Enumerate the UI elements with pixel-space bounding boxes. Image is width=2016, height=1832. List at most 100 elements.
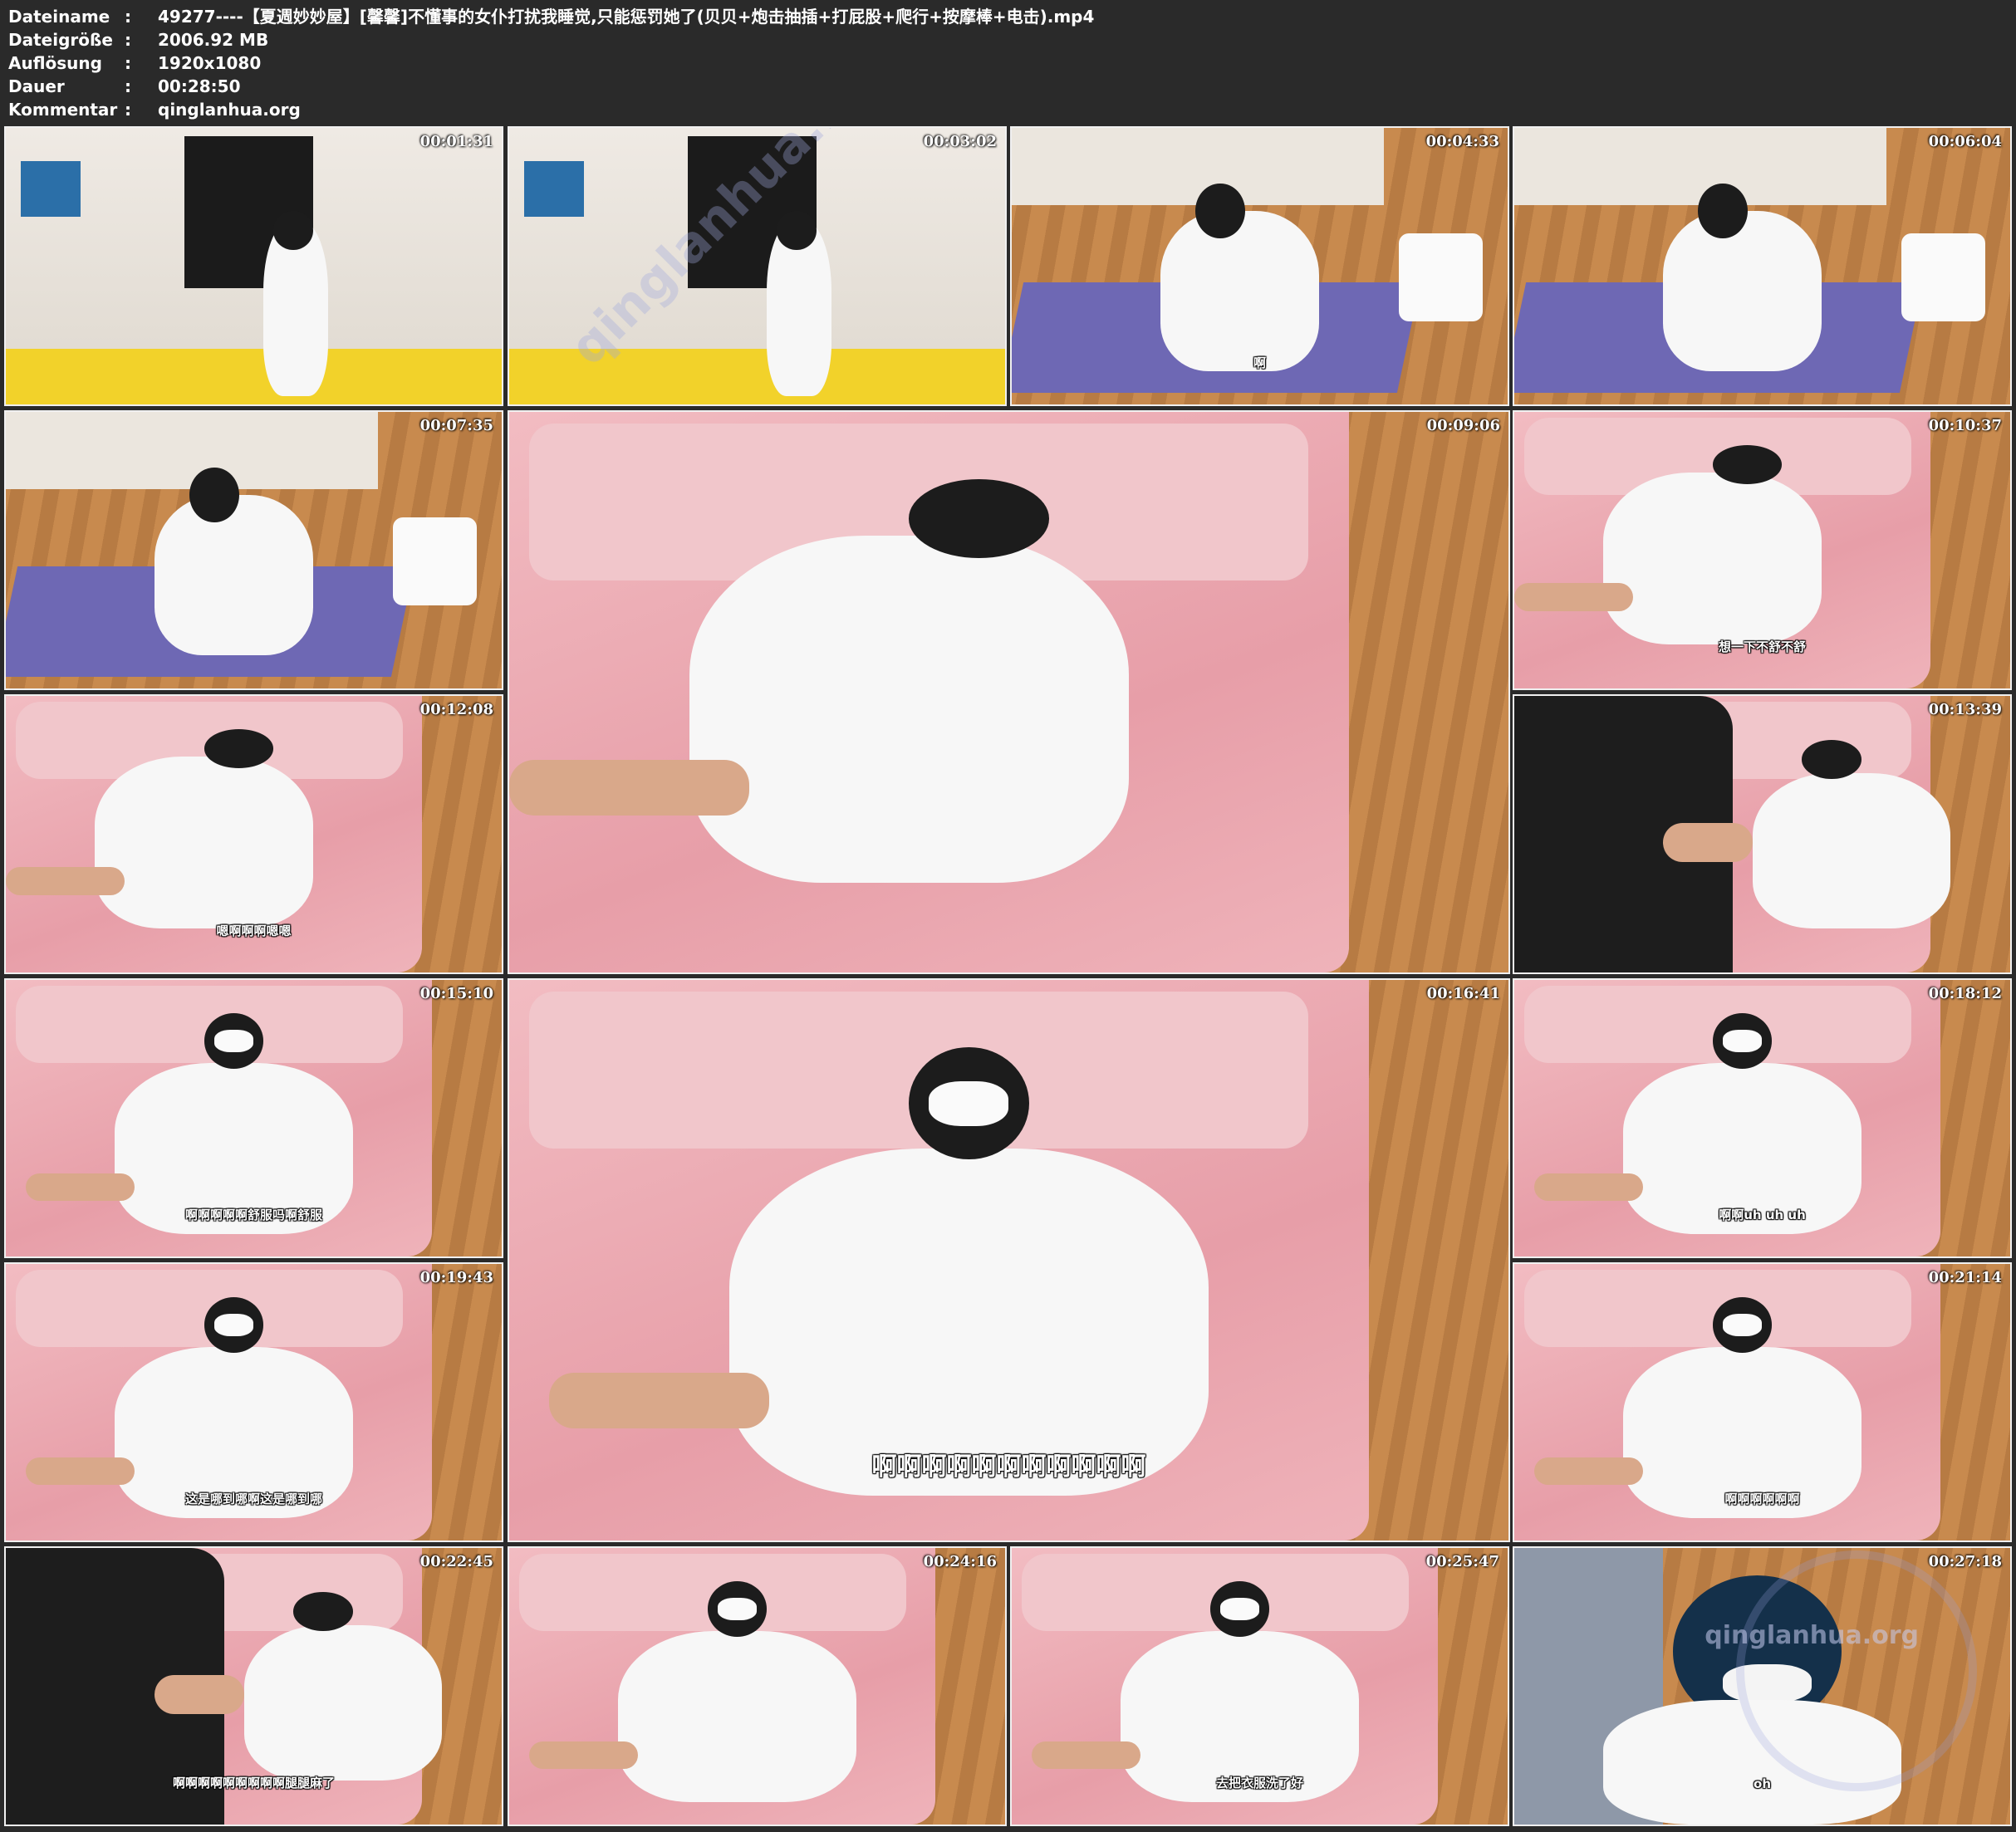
person-hair: [1194, 183, 1245, 239]
face-mask: [717, 1597, 758, 1620]
person-in-white: [243, 1625, 443, 1781]
face-mask: [1219, 1597, 1260, 1620]
video-thumbnail[interactable]: qinglanhua.org 00:27:18 oh: [1513, 1546, 2012, 1826]
blue-shelf-box: [523, 160, 584, 217]
dice-stool: [392, 517, 478, 606]
video-thumbnail[interactable]: 00:01:31: [4, 126, 503, 406]
thumbnail-scene: [1514, 696, 2010, 972]
person-in-white: [1603, 473, 1822, 644]
timestamp-label: 00:15:10: [419, 985, 493, 1002]
subtitle-text: oh: [1754, 1776, 1771, 1791]
hand: [1514, 583, 1634, 611]
person-hair: [1712, 444, 1783, 484]
subtitle-text: 啊啊啊啊啊舒服吗啊舒服: [184, 1207, 323, 1222]
yellow-shelf: [6, 349, 502, 404]
timestamp-label: 00:27:18: [1928, 1553, 2002, 1570]
video-thumbnail[interactable]: qinglanhua.net00:03:02: [508, 126, 1007, 406]
timestamp-label: 00:03:02: [923, 133, 997, 150]
subtitle-text: 啊啊啊啊啊啊啊啊啊啊啊: [871, 1452, 1146, 1482]
video-thumbnail[interactable]: 00:16:41 啊啊啊啊啊啊啊啊啊啊啊: [508, 978, 1510, 1542]
timestamp-label: 00:19:43: [419, 1269, 493, 1286]
timestamp-label: 00:09:06: [1426, 417, 1500, 434]
video-thumbnail[interactable]: 00:06:04: [1513, 126, 2012, 406]
face-mask: [1722, 1313, 1763, 1336]
person-in-white: [618, 1630, 856, 1803]
thumbnail-scene: [1514, 128, 2010, 404]
timestamp-label: 00:18:12: [1928, 985, 2002, 1002]
thumbnail-scene: [509, 412, 1508, 972]
person-in-white: [95, 757, 314, 928]
timestamp-label: 00:24:16: [923, 1553, 997, 1570]
subtitle-text: 想一下不舒不舒: [1718, 639, 1807, 654]
person-in-white: [1752, 773, 1951, 928]
face-mask: [1722, 1029, 1763, 1052]
video-thumbnail[interactable]: 00:13:39: [1513, 694, 2012, 974]
subtitle-text: 啊啊uh uh uh: [1719, 1207, 1806, 1222]
subtitle-text: 啊啊啊啊啊啊啊啊啊腿腿麻了: [172, 1776, 336, 1790]
timestamp-label: 00:01:31: [419, 133, 493, 150]
hand: [1031, 1741, 1141, 1770]
timestamp-label: 00:21:14: [1928, 1269, 2002, 1286]
thumbnail-scene: [509, 1548, 1005, 1825]
subtitle-text: 啊啊啊啊啊啊: [1724, 1492, 1800, 1506]
video-thumbnail[interactable]: 00:24:16: [508, 1546, 1007, 1826]
hand: [549, 1372, 769, 1428]
hand: [509, 759, 749, 816]
video-thumbnail[interactable]: 00:21:14 啊啊啊啊啊啊: [1513, 1262, 2012, 1542]
face-mask: [213, 1029, 254, 1052]
thumbnail-scene: [6, 128, 502, 404]
hand: [1533, 1457, 1644, 1486]
bed-frame: [1012, 128, 1384, 206]
video-thumbnail[interactable]: 00:22:45 啊啊啊啊啊啊啊啊啊腿腿麻了: [4, 1546, 503, 1826]
person-hair: [777, 210, 817, 250]
thumbnail-scene: [6, 412, 502, 688]
corner-watermark: qinglanhua.org: [1705, 1621, 1919, 1650]
dice-stool: [1398, 233, 1484, 322]
hand: [25, 1173, 135, 1202]
person-hair: [909, 479, 1049, 558]
hand: [25, 1457, 135, 1486]
hand: [6, 867, 125, 895]
subtitle-text: 这是哪到哪啊这是哪到哪: [184, 1492, 323, 1506]
video-thumbnail[interactable]: 00:10:37 想一下不舒不舒: [1513, 410, 2012, 690]
video-thumbnail[interactable]: 00:19:43 这是哪到哪啊这是哪到哪: [4, 1262, 503, 1542]
person-in-white: [155, 494, 314, 656]
timestamp-label: 00:25:47: [1425, 1553, 1499, 1570]
subtitle-text: 啊: [1253, 355, 1267, 370]
video-thumbnail[interactable]: 00:15:10 啊啊啊啊啊舒服吗啊舒服: [4, 978, 503, 1258]
hand: [1533, 1173, 1644, 1202]
man-arm: [155, 1675, 244, 1714]
timestamp-label: 00:07:35: [419, 417, 493, 434]
video-thumbnail[interactable]: 00:07:35: [4, 410, 503, 690]
subtitle-text: 去把衣服洗了好: [1215, 1776, 1304, 1790]
watermark-logo-circle: [1736, 1550, 1977, 1791]
person-hair: [1802, 740, 1861, 779]
man-arm: [1663, 823, 1753, 862]
video-thumbnail[interactable]: 00:18:12 啊啊uh uh uh: [1513, 978, 2012, 1258]
timestamp-label: 00:10:37: [1928, 417, 2002, 434]
dice-stool: [1901, 233, 1986, 322]
bed-frame: [1514, 128, 1886, 206]
timestamp-label: 00:22:45: [419, 1553, 493, 1570]
hand: [528, 1741, 639, 1770]
person-in-white: [1663, 210, 1822, 372]
person-in-white: [689, 535, 1129, 883]
timestamp-label: 00:04:33: [1425, 133, 1499, 150]
person-hair: [189, 467, 239, 523]
person-in-white: [728, 1148, 1209, 1496]
video-thumbnail[interactable]: 00:04:33 啊: [1010, 126, 1509, 406]
blue-shelf-box: [20, 160, 81, 217]
video-thumbnail[interactable]: 00:25:47 去把衣服洗了好: [1010, 1546, 1509, 1826]
timestamp-label: 00:06:04: [1928, 133, 2002, 150]
face-mask: [929, 1080, 1009, 1126]
thumbnail-grid: 00:01:31qinglanhua.net00:03:0200:04:33啊0…: [0, 0, 2016, 1832]
person-hair: [293, 1592, 353, 1631]
face-mask: [213, 1313, 254, 1336]
timestamp-label: 00:13:39: [1928, 701, 2002, 718]
person-in-white: [1160, 210, 1320, 372]
video-thumbnail[interactable]: 00:09:06: [508, 410, 1510, 974]
bed-frame: [6, 412, 378, 490]
video-thumbnail[interactable]: 00:12:08 嗯啊啊啊嗯嗯: [4, 694, 503, 974]
person-hair: [204, 728, 274, 768]
subtitle-text: 嗯啊啊啊嗯嗯: [216, 923, 292, 938]
